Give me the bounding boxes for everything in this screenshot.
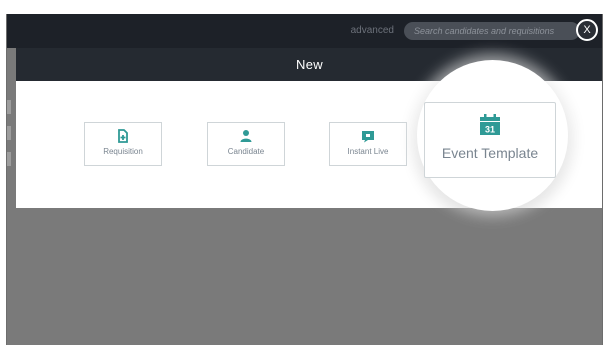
background-row-edge bbox=[7, 152, 11, 166]
calendar-day: 31 bbox=[485, 125, 495, 135]
new-requisition-tile[interactable]: Requisition bbox=[84, 122, 162, 166]
new-candidate-tile[interactable]: Candidate bbox=[207, 122, 285, 166]
calendar-icon: 31 bbox=[480, 114, 500, 135]
advanced-search-link[interactable]: advanced bbox=[351, 25, 394, 36]
close-button[interactable]: X bbox=[576, 19, 598, 41]
tile-label: Instant Live bbox=[347, 147, 389, 156]
tile-label: Candidate bbox=[227, 147, 265, 156]
background-row-edge bbox=[7, 100, 11, 114]
background-row-edge bbox=[7, 126, 11, 140]
new-event-template-tile[interactable]: 31 Event Template bbox=[424, 102, 556, 178]
person-icon bbox=[240, 130, 252, 142]
modal-title: New bbox=[296, 57, 323, 72]
requisition-icon bbox=[118, 129, 128, 143]
tile-label: Requisition bbox=[103, 147, 143, 156]
top-navigation-bar: advanced X bbox=[7, 14, 602, 48]
video-icon bbox=[362, 131, 374, 143]
search-input[interactable] bbox=[404, 22, 580, 40]
new-instant-live-tile[interactable]: Instant Live bbox=[329, 122, 407, 166]
tile-label: Event Template bbox=[441, 145, 539, 161]
screen: advanced X New Requisition bbox=[0, 0, 609, 345]
